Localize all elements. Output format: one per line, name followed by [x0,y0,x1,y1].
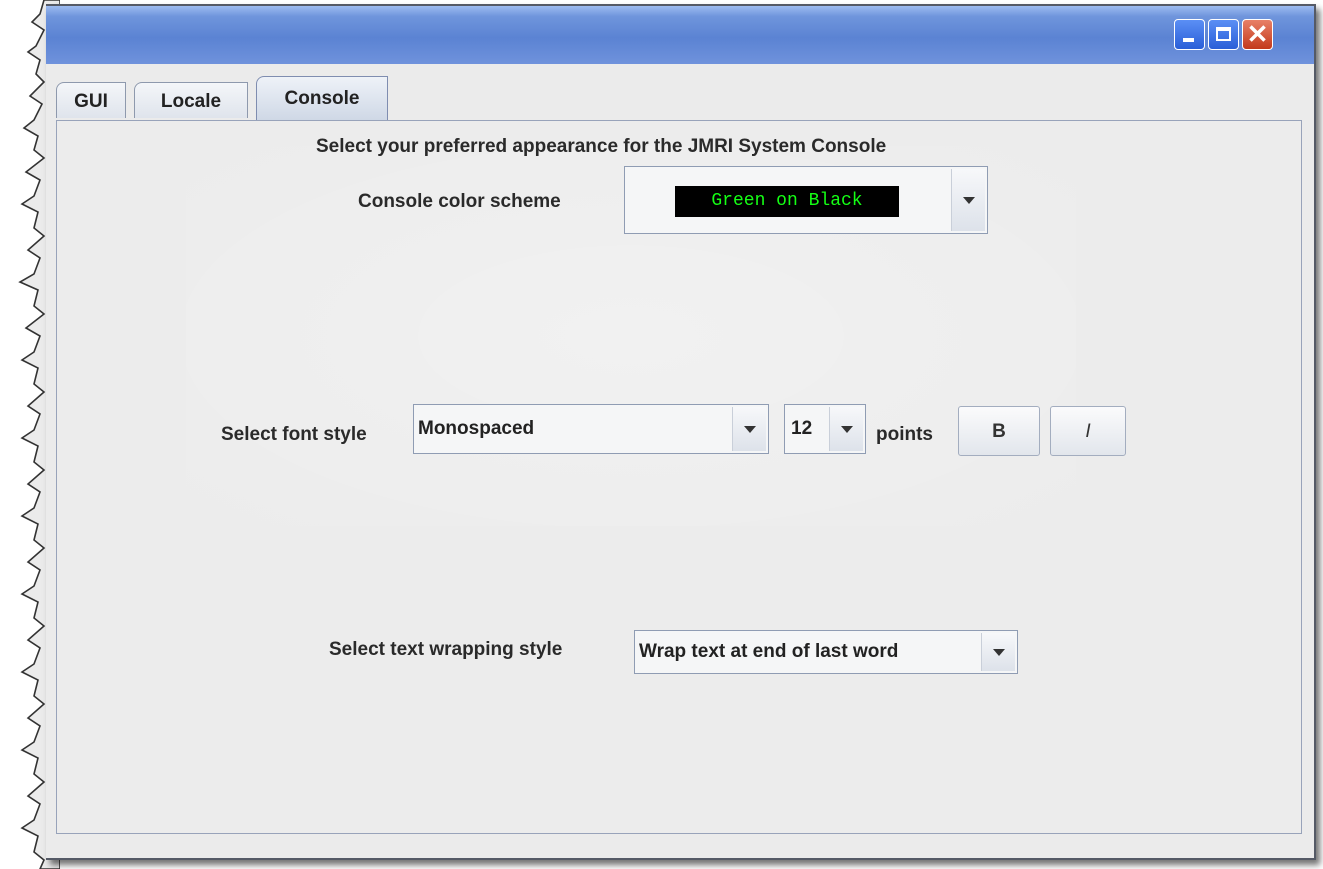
minimize-button[interactable] [1174,19,1205,50]
text-wrap-combo[interactable]: Wrap text at end of last word [634,630,1018,674]
color-scheme-combo[interactable]: Green on Black [624,166,988,234]
chevron-down-icon[interactable] [951,169,985,231]
maximize-button[interactable] [1208,19,1239,50]
font-size-value: 12 [791,418,813,439]
text-wrap-value: Wrap text at end of last word [639,641,899,662]
font-family-combo[interactable]: Monospaced [413,404,769,454]
tab-console[interactable]: Console [256,76,388,120]
points-label: points [876,424,933,445]
minimize-icon [1183,38,1194,42]
tab-locale[interactable]: Locale [134,82,248,118]
color-scheme-label: Console color scheme [358,191,561,212]
font-size-combo[interactable]: 12 [784,404,866,454]
chevron-down-icon[interactable] [981,633,1015,671]
chevron-down-icon[interactable] [732,407,766,451]
preferences-window: ✕ GUI Locale Console Select your preferr… [46,4,1316,860]
title-bar[interactable]: ✕ [46,6,1314,64]
italic-button[interactable]: I [1050,406,1126,456]
maximize-icon [1216,27,1231,41]
close-icon: ✕ [1246,19,1269,49]
color-scheme-preview: Green on Black [675,186,899,217]
text-wrap-label: Select text wrapping style [329,639,563,660]
tab-gui[interactable]: GUI [56,82,126,118]
chevron-down-icon[interactable] [829,407,863,451]
font-style-label: Select font style [221,424,367,445]
bold-button[interactable]: B [958,406,1040,456]
panel-heading: Select your preferred appearance for the… [316,136,887,157]
close-button[interactable]: ✕ [1242,19,1273,50]
font-family-value: Monospaced [418,418,535,439]
